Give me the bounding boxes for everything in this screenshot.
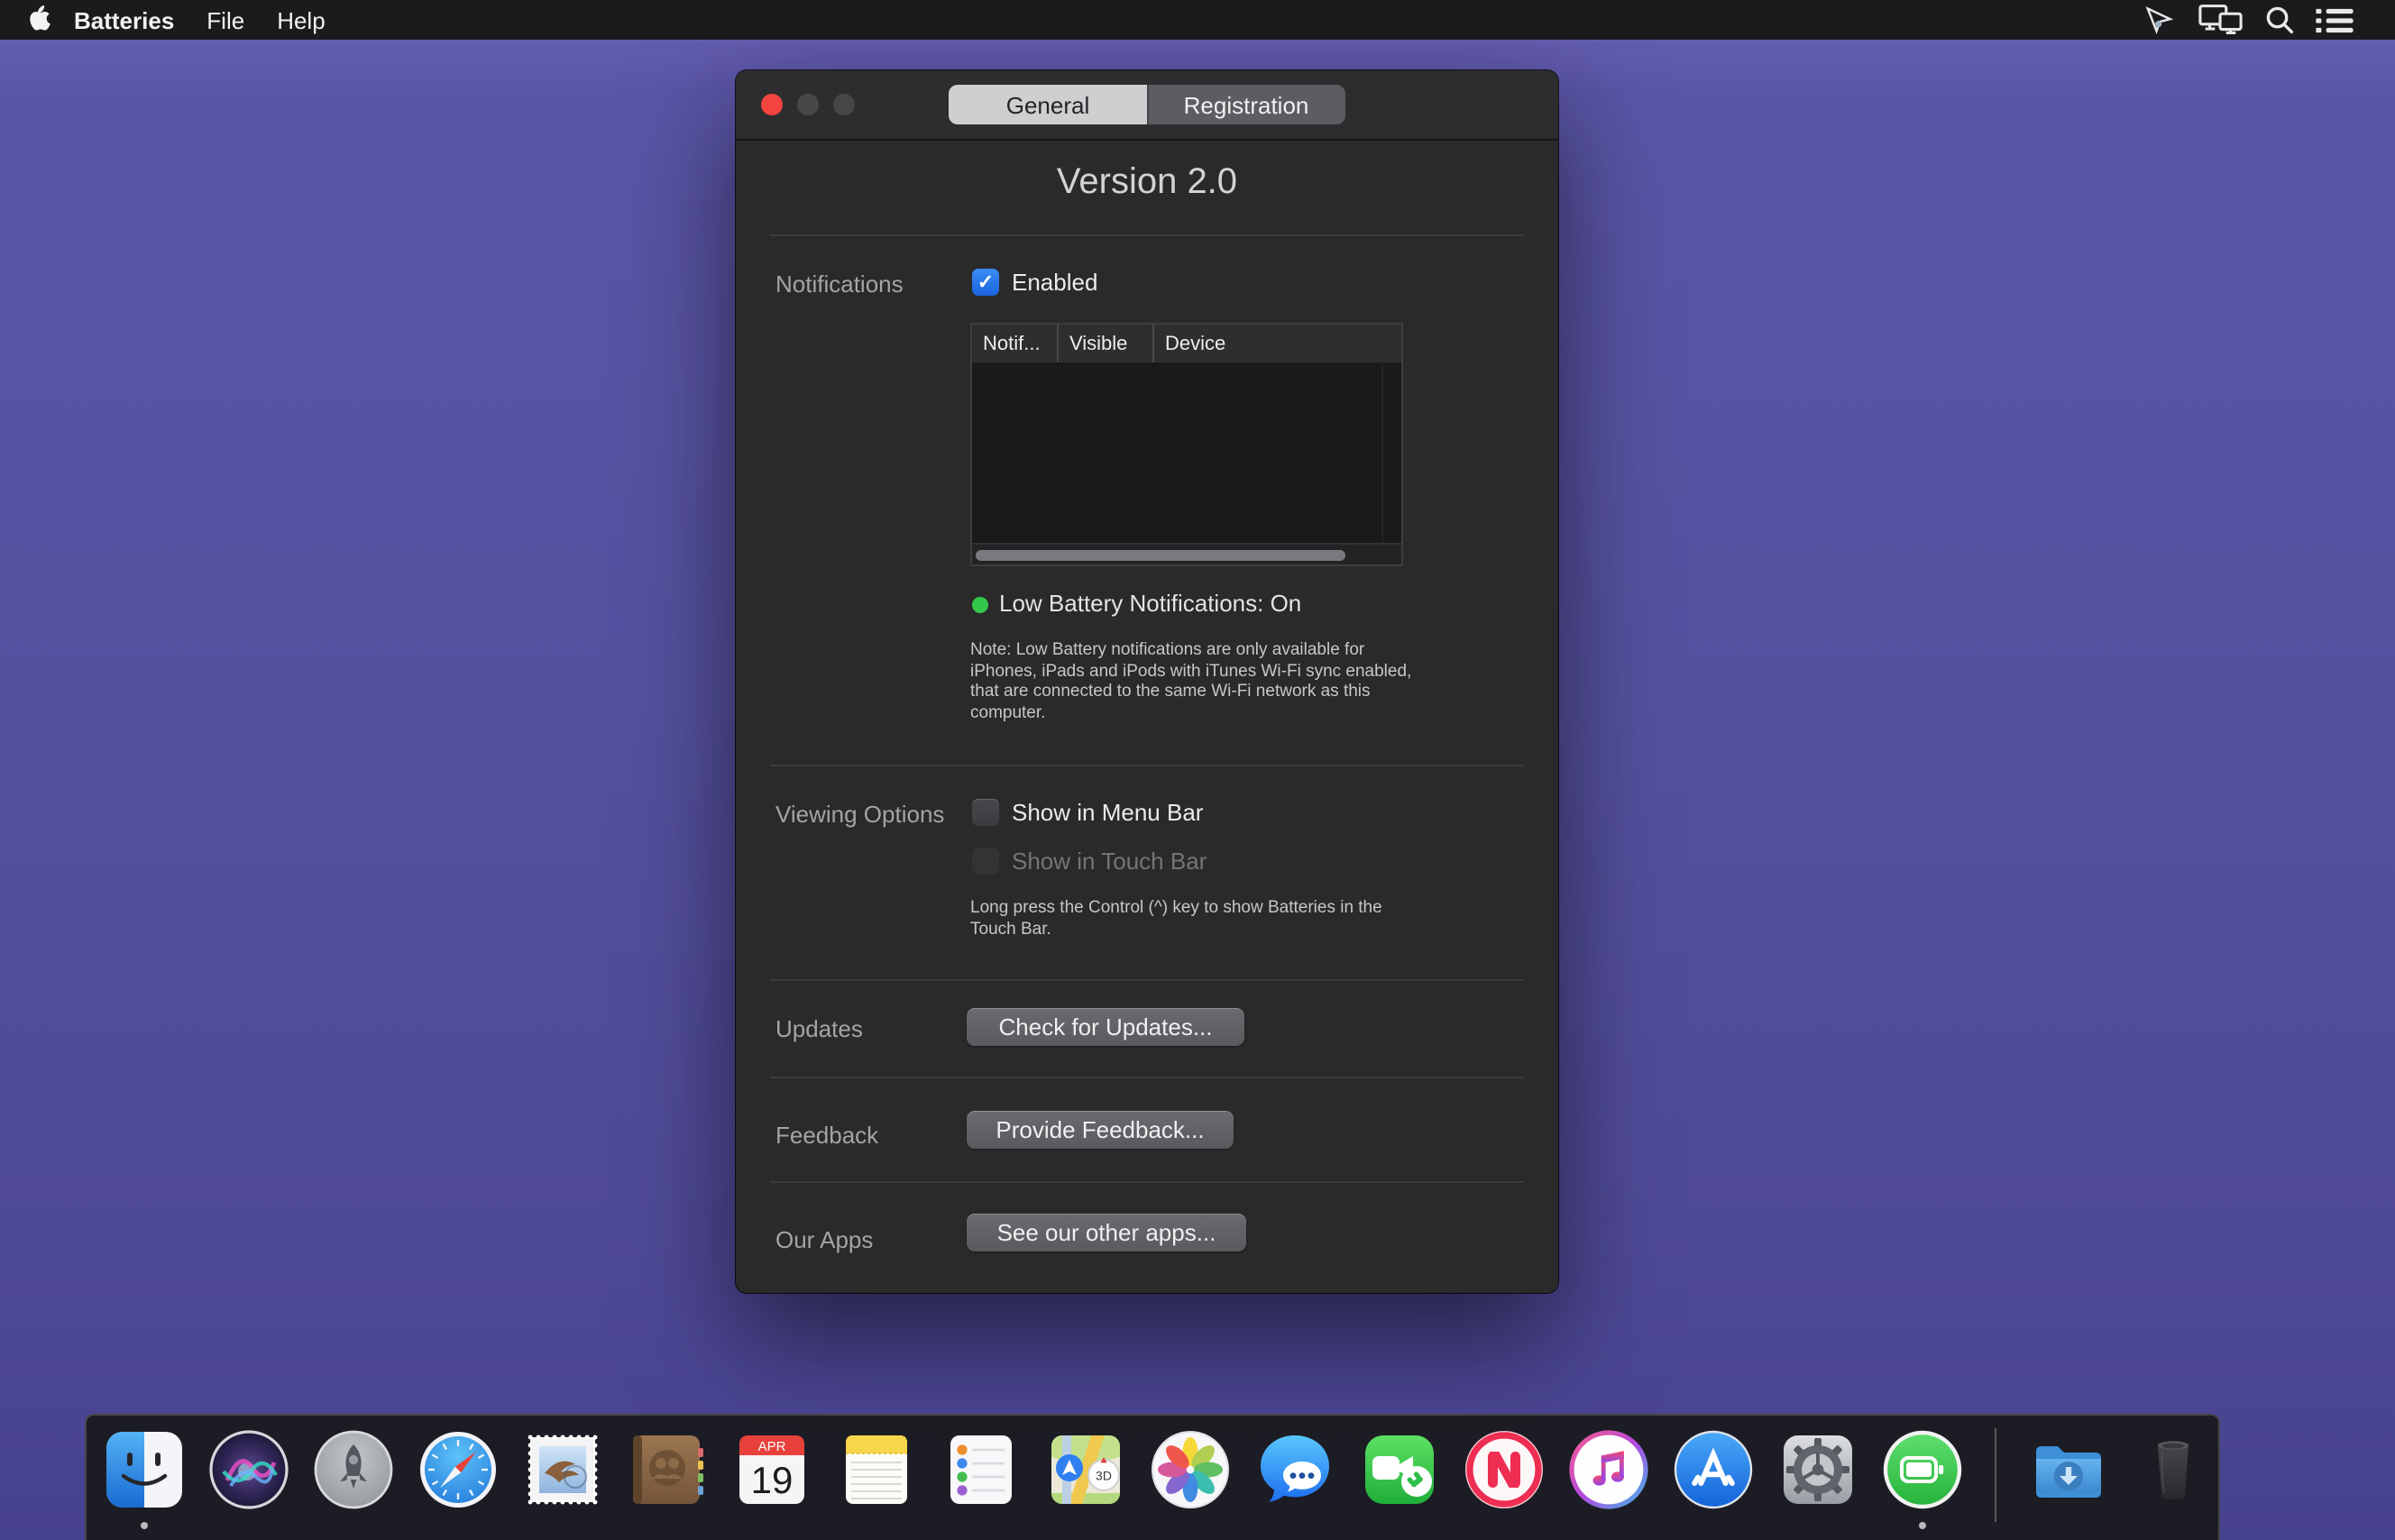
see-other-apps-button[interactable]: See our other apps... bbox=[967, 1214, 1246, 1251]
zoom-button[interactable] bbox=[833, 94, 855, 115]
dock-siri-icon[interactable] bbox=[207, 1428, 290, 1511]
close-button[interactable] bbox=[761, 94, 783, 115]
column-header-visible[interactable]: Visible bbox=[1059, 325, 1154, 362]
dock-finder-icon[interactable] bbox=[103, 1428, 186, 1511]
menu-bar: Batteries File Help bbox=[0, 0, 2395, 40]
menu-app-name[interactable]: Batteries bbox=[74, 6, 174, 33]
viewing-options-section-label: Viewing Options bbox=[775, 802, 944, 826]
status-indicator-dot bbox=[972, 597, 988, 613]
dock-facetime-icon[interactable] bbox=[1358, 1428, 1441, 1511]
dock-downloads-folder-icon[interactable] bbox=[2027, 1428, 2110, 1511]
dock-messages-icon[interactable] bbox=[1253, 1428, 1336, 1511]
table-vertical-scroll-track bbox=[1381, 362, 1383, 545]
provide-feedback-button[interactable]: Provide Feedback... bbox=[967, 1111, 1234, 1149]
section-divider bbox=[770, 234, 1524, 236]
displays-icon[interactable] bbox=[2198, 4, 2244, 36]
notifications-table[interactable]: Notif... Visible Device bbox=[970, 323, 1403, 566]
enabled-checkbox-label[interactable]: Enabled bbox=[1012, 269, 1097, 296]
table-horizontal-scrollbar[interactable] bbox=[972, 543, 1401, 564]
dock-divider bbox=[1995, 1428, 1996, 1522]
notifications-section-label: Notifications bbox=[775, 272, 904, 296]
dock-launchpad-icon[interactable] bbox=[312, 1428, 395, 1511]
maps-3d-badge: 3D bbox=[1096, 1469, 1112, 1483]
table-body[interactable] bbox=[972, 362, 1401, 545]
apple-logo-icon bbox=[27, 3, 50, 37]
show-in-menu-bar-checkbox[interactable] bbox=[972, 799, 999, 826]
check-for-updates-button[interactable]: Check for Updates... bbox=[967, 1008, 1244, 1046]
tab-general[interactable]: General bbox=[949, 85, 1147, 124]
notification-center-icon[interactable] bbox=[2316, 6, 2354, 33]
feedback-section-label: Feedback bbox=[775, 1123, 878, 1147]
tab-bar: General Registration bbox=[949, 85, 1345, 124]
dock-safari-icon[interactable] bbox=[417, 1428, 500, 1511]
minimize-button[interactable] bbox=[797, 94, 819, 115]
updates-section-label: Updates bbox=[775, 1017, 863, 1040]
search-icon[interactable] bbox=[2265, 5, 2294, 34]
title-bar[interactable]: General Registration bbox=[736, 70, 1558, 141]
show-in-touch-bar-checkbox bbox=[972, 848, 999, 875]
calendar-month-text: APR bbox=[758, 1439, 786, 1454]
dock-system-preferences-icon[interactable] bbox=[1776, 1428, 1859, 1511]
dock-photos-icon[interactable] bbox=[1149, 1428, 1232, 1511]
section-divider bbox=[770, 1077, 1524, 1078]
batteries-running-indicator bbox=[1919, 1522, 1926, 1529]
dock-app-store-icon[interactable] bbox=[1672, 1428, 1755, 1511]
section-divider bbox=[770, 1181, 1524, 1183]
dock-contacts-icon[interactable] bbox=[626, 1428, 709, 1511]
show-in-touch-bar-label: Show in Touch Bar bbox=[1012, 848, 1207, 875]
dock-mail-icon[interactable] bbox=[521, 1428, 604, 1511]
show-in-menu-bar-label[interactable]: Show in Menu Bar bbox=[1012, 799, 1203, 826]
section-divider bbox=[770, 765, 1524, 766]
column-header-notification[interactable]: Notif... bbox=[972, 325, 1059, 362]
finder-running-indicator bbox=[141, 1522, 148, 1529]
apple-menu[interactable] bbox=[27, 3, 50, 37]
dock-notes-icon[interactable] bbox=[835, 1428, 918, 1511]
desktop: Batteries File Help General Registration… bbox=[0, 0, 2395, 1540]
calendar-day-text: 19 bbox=[751, 1459, 794, 1501]
dock-batteries-app-icon[interactable] bbox=[1881, 1428, 1964, 1511]
low-battery-status: Low Battery Notifications: On bbox=[999, 590, 1301, 617]
our-apps-section-label: Our Apps bbox=[775, 1228, 873, 1251]
preferences-window: General Registration Version 2.0 Notific… bbox=[736, 70, 1558, 1293]
dock-news-icon[interactable] bbox=[1463, 1428, 1546, 1511]
menu-item-file[interactable]: File bbox=[206, 6, 244, 33]
dock-reminders-icon[interactable] bbox=[940, 1428, 1023, 1511]
scrollbar-thumb[interactable] bbox=[976, 550, 1345, 561]
dock-calendar-icon[interactable]: APR 19 bbox=[730, 1428, 813, 1511]
notifications-note: Note: Low Battery notifications are only… bbox=[970, 640, 1425, 723]
dock-music-icon[interactable] bbox=[1567, 1428, 1650, 1511]
table-header-row: Notif... Visible Device bbox=[972, 325, 1401, 364]
menu-item-help[interactable]: Help bbox=[277, 6, 326, 33]
column-header-device[interactable]: Device bbox=[1154, 325, 1401, 362]
enabled-checkbox[interactable]: ✓ bbox=[972, 269, 999, 296]
dock-trash-icon[interactable] bbox=[2132, 1428, 2215, 1511]
touch-bar-note: Long press the Control (^) key to show B… bbox=[970, 898, 1425, 940]
dock: APR 19 bbox=[85, 1414, 2220, 1540]
tab-registration[interactable]: Registration bbox=[1147, 85, 1345, 124]
section-divider bbox=[770, 979, 1524, 981]
version-title: Version 2.0 bbox=[736, 162, 1558, 204]
remote-pointer-icon[interactable] bbox=[2144, 5, 2177, 34]
dock-maps-icon[interactable]: 3D bbox=[1044, 1428, 1127, 1511]
